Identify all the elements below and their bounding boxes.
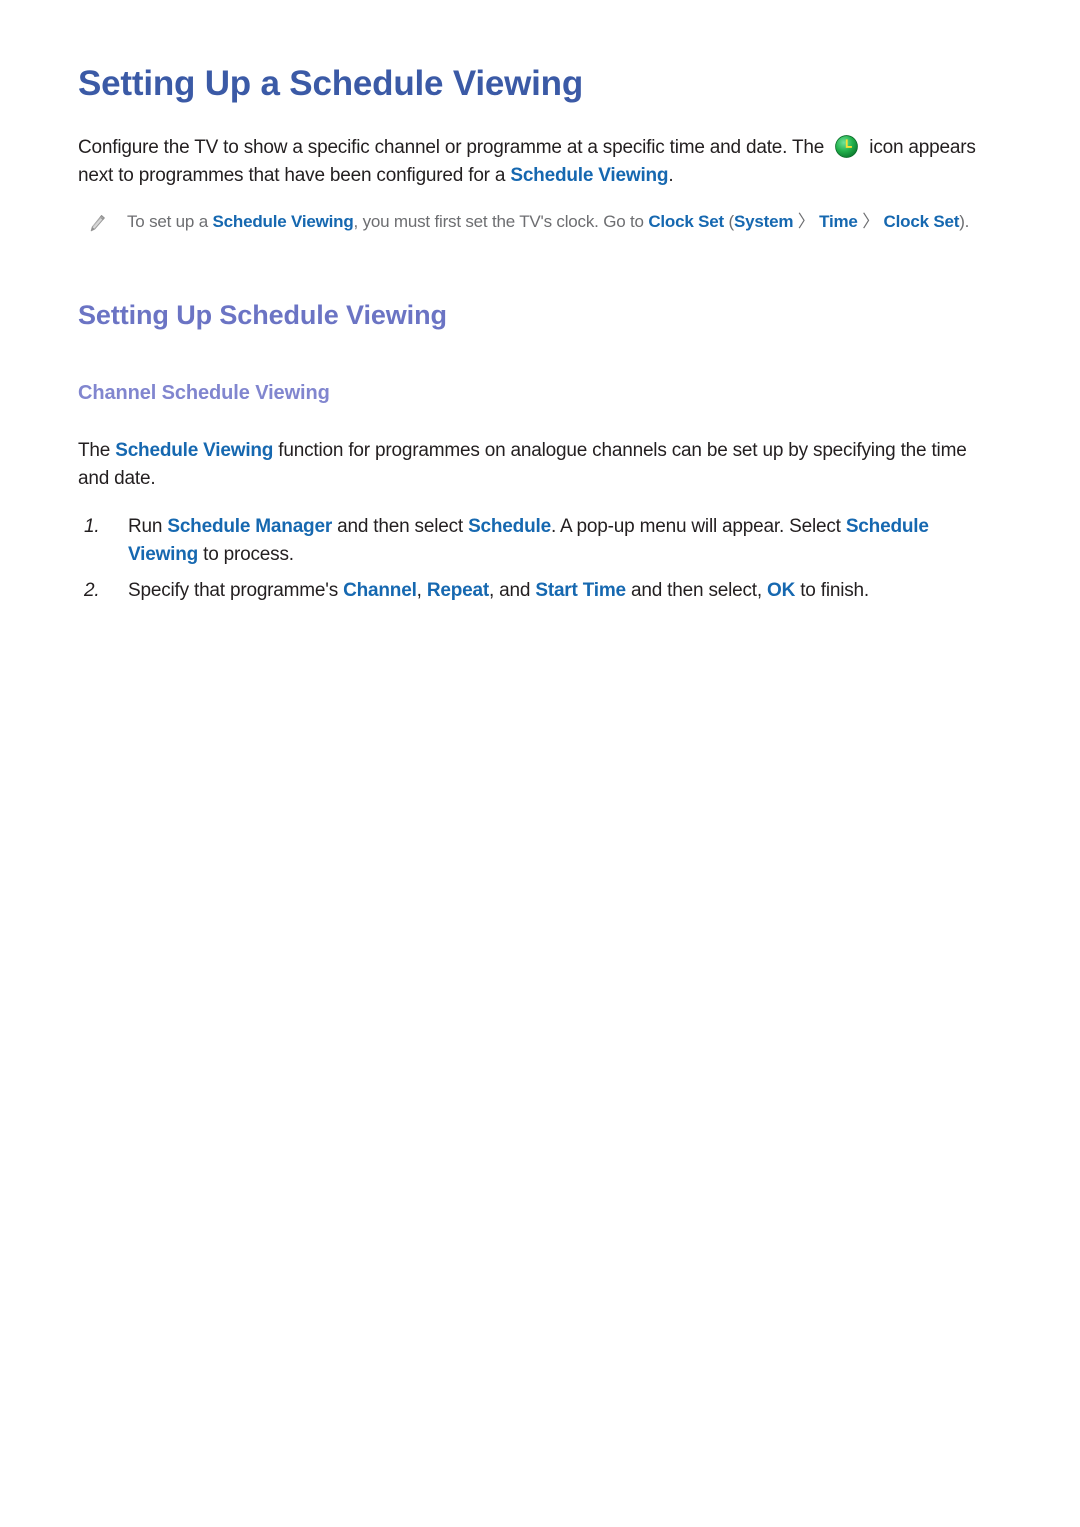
note-block: To set up a Schedule Viewing, you must f…: [78, 190, 1002, 235]
note-separator-1: 〉: [793, 212, 820, 231]
note-highlight-time: Time: [819, 212, 858, 231]
note-text: To set up a Schedule Viewing, you must f…: [127, 208, 969, 235]
step2-part2: ,: [416, 580, 427, 601]
intro-text-part3: .: [668, 165, 674, 186]
list-item: 2. Specify that programme's Channel, Rep…: [78, 569, 1002, 605]
step-number: 2.: [84, 580, 100, 601]
step2-highlight-channel: Channel: [343, 580, 417, 601]
intro-paragraph: Configure the TV to show a specific chan…: [78, 106, 1002, 190]
step2-highlight-repeat: Repeat: [426, 580, 489, 601]
step2-part4: and then select,: [625, 580, 768, 601]
step2-highlight-ok: OK: [767, 580, 796, 601]
note-part3: (: [723, 212, 735, 231]
step-text: Run Schedule Manager and then select Sch…: [128, 513, 1002, 569]
step2-part1: Specify that programme's: [128, 580, 344, 601]
subsection-title: Channel Schedule Viewing: [78, 382, 330, 404]
note-separator-2: 〉: [857, 212, 884, 231]
step2-part5: to finish.: [795, 580, 869, 601]
clock-icon: [834, 134, 859, 159]
note-part1: To set up a: [127, 212, 213, 231]
note-highlight-schedule-viewing: Schedule Viewing: [212, 212, 354, 231]
subsection-lead-paragraph: The Schedule Viewing function for progra…: [78, 407, 1002, 493]
step-text: Specify that programme's Channel, Repeat…: [128, 577, 1002, 605]
note-part4: ).: [959, 212, 970, 231]
step2-part3: , and: [489, 580, 536, 601]
note-part2: , you must first set the TV's clock. Go …: [353, 212, 649, 231]
note-highlight-system: System: [733, 212, 794, 231]
lead-highlight-schedule-viewing: Schedule Viewing: [115, 440, 274, 461]
section-title: Setting Up Schedule Viewing: [78, 300, 447, 330]
step-number: 1.: [84, 516, 100, 537]
note-highlight-clock-set: Clock Set: [648, 212, 724, 231]
step1-part3: . A pop-up menu will appear. Select: [550, 516, 846, 537]
note-highlight-clock-set-2: Clock Set: [883, 212, 960, 231]
document-page: Setting Up a Schedule Viewing Configure …: [0, 0, 1080, 1527]
lead-part1: The: [78, 440, 116, 461]
page-title: Setting Up a Schedule Viewing: [78, 64, 584, 103]
list-item: 1. Run Schedule Manager and then select …: [78, 505, 1002, 569]
pencil-icon: [86, 213, 108, 235]
intro-highlight-schedule-viewing: Schedule Viewing: [510, 165, 669, 186]
step1-part2: and then select: [332, 516, 469, 537]
step1-part4: to process.: [198, 544, 294, 565]
steps-list: 1. Run Schedule Manager and then select …: [78, 493, 1002, 605]
step1-highlight-schedule-manager: Schedule Manager: [167, 516, 333, 537]
step2-highlight-start-time: Start Time: [535, 580, 626, 601]
intro-text-part1: Configure the TV to show a specific chan…: [78, 137, 830, 158]
step1-highlight-schedule: Schedule: [468, 516, 551, 537]
step1-part1: Run: [128, 516, 168, 537]
